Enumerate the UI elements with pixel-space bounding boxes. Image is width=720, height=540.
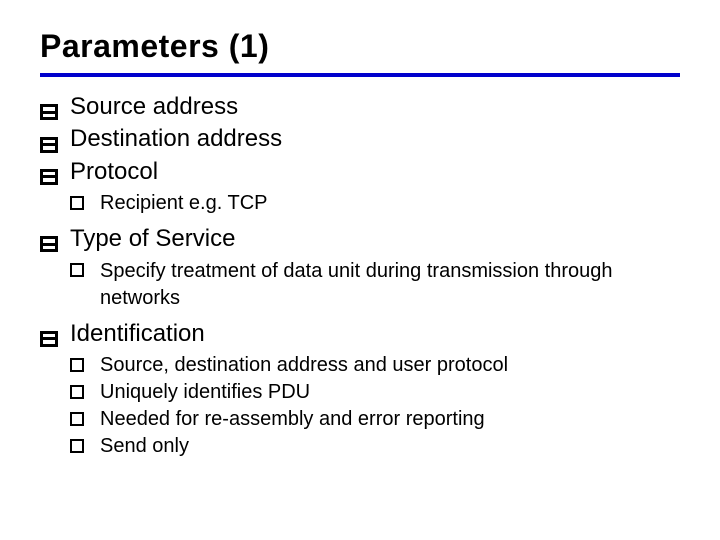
sub-item: Needed for re-assembly and error reporti… [70, 406, 680, 433]
sub-item: Send only [70, 433, 680, 460]
sub-list: Source, destination address and user pro… [70, 352, 680, 460]
item-label: Source address [70, 93, 238, 120]
bowtie-bullet-icon [40, 104, 58, 120]
list-item: Type of Service Specify treatment of dat… [40, 223, 680, 311]
sub-item-label: Needed for re-assembly and error reporti… [100, 408, 485, 430]
title-divider [40, 73, 680, 77]
bullet-list: Source address Destination address Proto… [40, 91, 680, 460]
sub-item-label: Recipient e.g. TCP [100, 192, 268, 214]
sub-item: Source, destination address and user pro… [70, 352, 680, 379]
bowtie-bullet-icon [40, 169, 58, 185]
item-label: Identification [70, 320, 205, 347]
sub-item-label: Specify treatment of data unit during tr… [100, 260, 613, 309]
square-bullet-icon [70, 358, 84, 372]
sub-item: Recipient e.g. TCP [70, 190, 680, 217]
square-bullet-icon [70, 196, 84, 210]
sub-item-label: Uniquely identifies PDU [100, 381, 310, 403]
sub-list: Recipient e.g. TCP [70, 190, 680, 217]
sub-item-label: Source, destination address and user pro… [100, 354, 508, 376]
sub-list: Specify treatment of data unit during tr… [70, 258, 680, 312]
slide: Parameters (1) Source address Destinatio… [0, 0, 720, 540]
item-label: Type of Service [70, 225, 235, 252]
sub-item: Specify treatment of data unit during tr… [70, 258, 680, 312]
square-bullet-icon [70, 385, 84, 399]
square-bullet-icon [70, 439, 84, 453]
list-item: Protocol Recipient e.g. TCP [40, 156, 680, 217]
bowtie-bullet-icon [40, 236, 58, 252]
square-bullet-icon [70, 263, 84, 277]
item-label: Protocol [70, 158, 158, 185]
sub-item-label: Send only [100, 435, 189, 457]
slide-title: Parameters (1) [40, 28, 680, 65]
list-item: Source address [40, 91, 680, 123]
list-item: Identification Source, destination addre… [40, 318, 680, 460]
square-bullet-icon [70, 412, 84, 426]
sub-item: Uniquely identifies PDU [70, 379, 680, 406]
bowtie-bullet-icon [40, 137, 58, 153]
bowtie-bullet-icon [40, 331, 58, 347]
list-item: Destination address [40, 123, 680, 155]
item-label: Destination address [70, 125, 282, 152]
